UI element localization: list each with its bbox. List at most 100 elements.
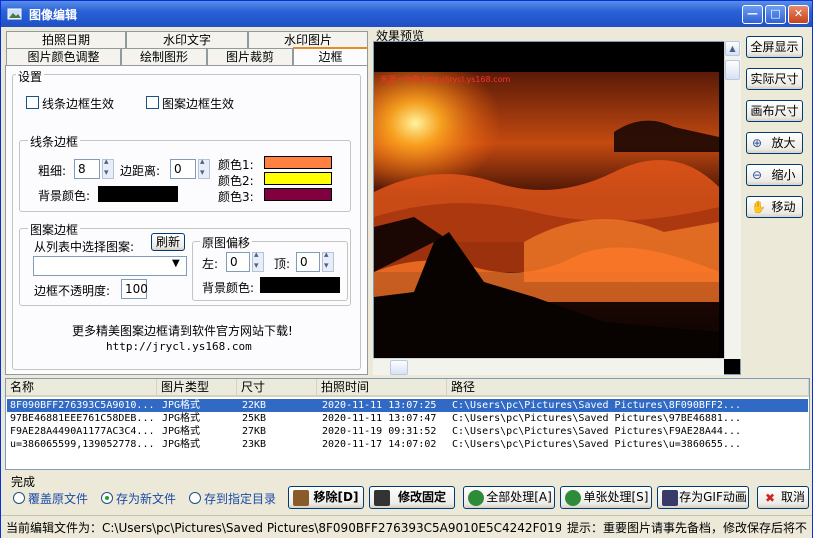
col-header-name[interactable]: 名称 [6, 379, 157, 397]
table-row[interactable]: F9AE28A4490A1177AC3C4... JPG格式 27KB 2020… [7, 425, 808, 438]
process-all-button[interactable]: 全部处理[A] [463, 486, 555, 509]
table-row[interactable]: u=386065599,139052778... JPG格式 23KB 2020… [7, 438, 808, 451]
thickness-spinner[interactable] [102, 157, 114, 179]
save-dir-radio[interactable] [189, 492, 201, 504]
gif-icon [662, 490, 678, 506]
cancel-icon: ✖ [764, 491, 776, 505]
margin-input[interactable]: 0 [170, 159, 196, 179]
canvas-size-button[interactable]: 画布尺寸 [746, 100, 803, 122]
process-single-label: 单张处理[S] [583, 490, 649, 504]
chevron-down-icon[interactable]: ▼ [172, 258, 180, 269]
color3-label: 颜色3: [218, 190, 254, 204]
modify-fixed-label: 修改固定 [397, 490, 446, 504]
close-button[interactable]: ✕ [788, 5, 809, 24]
thickness-input[interactable]: 8 [74, 159, 100, 179]
cancel-label: 取消 [780, 490, 805, 504]
cancel-button[interactable]: ✖ 取消 [757, 486, 809, 509]
offset-left-input[interactable]: 0 [226, 252, 250, 272]
maximize-button[interactable]: □ [765, 5, 786, 24]
tab-photo-date[interactable]: 拍照日期 [6, 31, 126, 48]
app-icon [7, 8, 22, 20]
minimize-button[interactable]: — [742, 5, 763, 24]
zoom-out-label: 缩小 [771, 168, 796, 182]
offset-top-spinner[interactable] [322, 250, 334, 272]
color2-label: 颜色2: [218, 174, 254, 188]
col-header-size[interactable]: 尺寸 [237, 379, 317, 397]
pattern-border-enable-label: 图案边框生效 [162, 97, 235, 111]
window-title: 图像编辑 [29, 8, 78, 22]
process-single-icon [565, 490, 581, 506]
offset-top-input[interactable]: 0 [296, 252, 320, 272]
pattern-dropdown[interactable] [33, 256, 187, 276]
save-new-radio[interactable] [101, 492, 113, 504]
margin-label: 边距离: [120, 164, 161, 178]
color3-swatch[interactable] [264, 188, 332, 201]
color2-swatch[interactable] [264, 172, 332, 185]
tab-border[interactable]: 边框 [293, 47, 368, 66]
save-new-label: 存为新文件 [116, 492, 177, 506]
pattern-bg-color-label: 背景颜色: [202, 281, 255, 295]
edit-icon [374, 490, 390, 506]
cell-name: 97BE46881EEE761C58DEB... [10, 413, 155, 424]
overwrite-radio[interactable] [13, 492, 25, 504]
save-gif-button[interactable]: 存为GIF动画 [657, 486, 749, 509]
preview-horizontal-scrollbar[interactable] [373, 358, 724, 375]
cell-type: JPG格式 [162, 400, 201, 411]
col-header-type[interactable]: 图片类型 [157, 379, 237, 397]
zoom-in-button[interactable]: ⊕ 放大 [746, 132, 803, 154]
download-url[interactable]: http://jrycl.ys168.com [106, 340, 252, 353]
margin-spinner[interactable] [198, 157, 210, 179]
cell-path: C:\Users\pc\Pictures\Saved Pictures\8F09… [452, 400, 741, 411]
cell-type: JPG格式 [162, 413, 201, 424]
line-bg-color-swatch[interactable] [98, 186, 178, 202]
process-single-button[interactable]: 单张处理[S] [560, 486, 652, 509]
title-bar[interactable]: 图像编辑 — □ ✕ [1, 1, 812, 27]
move-button[interactable]: ✋ 移动 [746, 196, 803, 218]
tab-color-adjust[interactable]: 图片颜色调整 [6, 48, 121, 65]
pattern-border-checkbox[interactable] [146, 96, 159, 109]
done-label: 完成 [11, 475, 36, 489]
cell-date: 2020-11-11 13:07:25 [322, 400, 437, 411]
status-bar: 当前编辑文件为：C:\Users\pc\Pictures\Saved Pictu… [1, 515, 812, 538]
actual-size-button[interactable]: 实际尺寸 [746, 68, 803, 90]
status-tip: 提示：重要图片请事先备档，修改保存后将不 [567, 521, 808, 535]
tab-watermark-text[interactable]: 水印文字 [126, 31, 248, 48]
modify-fixed-button[interactable]: 修改固定 [369, 486, 455, 509]
line-bg-color-label: 背景颜色: [38, 189, 91, 203]
preview-vertical-scrollbar[interactable]: ▲ [724, 41, 741, 359]
tab-draw-shapes[interactable]: 绘制图形 [121, 48, 207, 65]
cell-path: C:\Users\pc\Pictures\Saved Pictures\u=38… [452, 439, 741, 450]
line-border-checkbox[interactable] [26, 96, 39, 109]
fullscreen-button[interactable]: 全屏显示 [746, 36, 803, 58]
tab-crop[interactable]: 图片裁剪 [207, 48, 293, 65]
table-row[interactable]: 8F090BFF276393C5A9010... JPG格式 22KB 2020… [7, 399, 808, 412]
col-header-path[interactable]: 路径 [447, 379, 809, 397]
opacity-input[interactable]: 100 [121, 279, 148, 299]
line-border-enable-label: 线条边框生效 [42, 97, 115, 111]
cell-date: 2020-11-17 14:07:02 [322, 439, 437, 450]
offset-left-spinner[interactable] [252, 250, 264, 272]
zoom-out-button[interactable]: ⊖ 缩小 [746, 164, 803, 186]
overwrite-label: 覆盖原文件 [28, 492, 89, 506]
preview-watermark: 天涯一叶舟 http://jrycl.ys168.com [380, 74, 510, 84]
tab-watermark-image[interactable]: 水印图片 [248, 31, 368, 48]
scroll-up-icon[interactable]: ▲ [725, 41, 740, 56]
color1-label: 颜色1: [218, 158, 254, 172]
process-all-label: 全部处理[A] [486, 490, 552, 504]
cell-size: 22KB [242, 400, 267, 411]
table-row[interactable]: 97BE46881EEE761C58DEB... JPG格式 25KB 2020… [7, 412, 808, 425]
scroll-thumb[interactable] [725, 60, 740, 80]
offset-top-label: 顶: [274, 257, 291, 271]
refresh-button[interactable]: 刷新 [151, 233, 185, 251]
col-header-date[interactable]: 拍照时间 [317, 379, 447, 397]
color1-swatch[interactable] [264, 156, 332, 169]
pattern-bg-color-swatch[interactable] [260, 277, 340, 293]
file-list-table[interactable]: 名称 图片类型 尺寸 拍照时间 路径 8F090BFF276393C5A9010… [5, 378, 810, 470]
cell-path: C:\Users\pc\Pictures\Saved Pictures\F9AE… [452, 426, 741, 437]
scroll-thumb-horizontal[interactable] [390, 360, 408, 375]
offset-left-label: 左: [202, 257, 219, 271]
cell-size: 25KB [242, 413, 267, 424]
remove-button[interactable]: 移除[D] [288, 486, 364, 509]
line-border-legend: 线条边框 [28, 133, 81, 150]
cell-type: JPG格式 [162, 439, 201, 450]
